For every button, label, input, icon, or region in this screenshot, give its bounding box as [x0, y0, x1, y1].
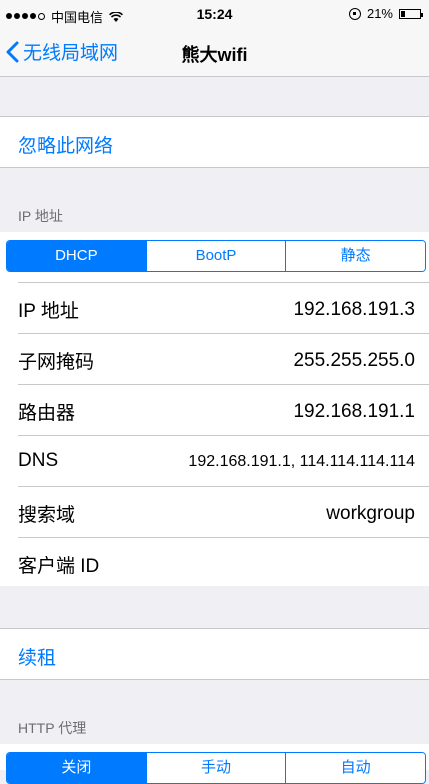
forget-network-label: 忽略此网络	[18, 136, 114, 157]
search-domain-label: 搜索域	[18, 505, 76, 526]
router-value: 192.168.191.1	[293, 401, 415, 422]
dns-value: 192.168.191.1, 114.114.114.114	[188, 453, 415, 470]
navigation-bar: 无线局域网 熊大wifi	[0, 30, 429, 77]
http-proxy-section-header: HTTP 代理	[18, 720, 87, 736]
divider	[18, 486, 429, 487]
divider	[18, 384, 429, 385]
battery-icon	[399, 8, 423, 19]
ip-section-header: IP 地址	[18, 208, 63, 224]
ip-address-label: IP 地址	[18, 301, 79, 322]
ip-settings-group: DHCP BootP 静态 IP 地址 192.168.191.3 子网掩码 2…	[0, 232, 429, 586]
http-proxy-group: 关闭 手动 自动	[0, 744, 429, 784]
dns-label: DNS	[18, 450, 59, 471]
segment-dhcp[interactable]: DHCP	[7, 241, 146, 271]
divider	[0, 167, 429, 168]
http-proxy-segmented-control[interactable]: 关闭 手动 自动	[6, 752, 426, 784]
status-bar: 中国电信 15:24 21%	[0, 0, 429, 30]
divider	[18, 282, 429, 283]
segment-static[interactable]: 静态	[285, 241, 425, 271]
status-right: 21%	[348, 6, 423, 21]
divider	[0, 679, 429, 680]
ip-mode-segmented-control[interactable]: DHCP BootP 静态	[6, 240, 426, 272]
page-title: 熊大wifi	[181, 45, 248, 65]
rotation-lock-icon	[348, 7, 361, 20]
renew-lease-label: 续租	[18, 648, 57, 669]
segment-auto[interactable]: 自动	[285, 753, 425, 783]
segment-manual[interactable]: 手动	[145, 753, 286, 783]
subnet-mask-value: 255.255.255.0	[293, 350, 415, 371]
divider	[18, 537, 429, 538]
ip-address-value: 192.168.191.3	[293, 299, 415, 320]
forget-network-button[interactable]: 忽略此网络	[0, 117, 429, 167]
battery-percent: 21%	[366, 6, 393, 21]
search-domain-value: workgroup	[326, 503, 415, 524]
router-label: 路由器	[18, 403, 76, 424]
renew-lease-button[interactable]: 续租	[0, 629, 429, 679]
client-id-label: 客户端 ID	[18, 556, 100, 577]
subnet-mask-label: 子网掩码	[18, 352, 95, 373]
segment-bootp[interactable]: BootP	[145, 241, 286, 271]
divider	[18, 333, 429, 334]
segment-off[interactable]: 关闭	[7, 753, 146, 783]
divider	[18, 435, 429, 436]
